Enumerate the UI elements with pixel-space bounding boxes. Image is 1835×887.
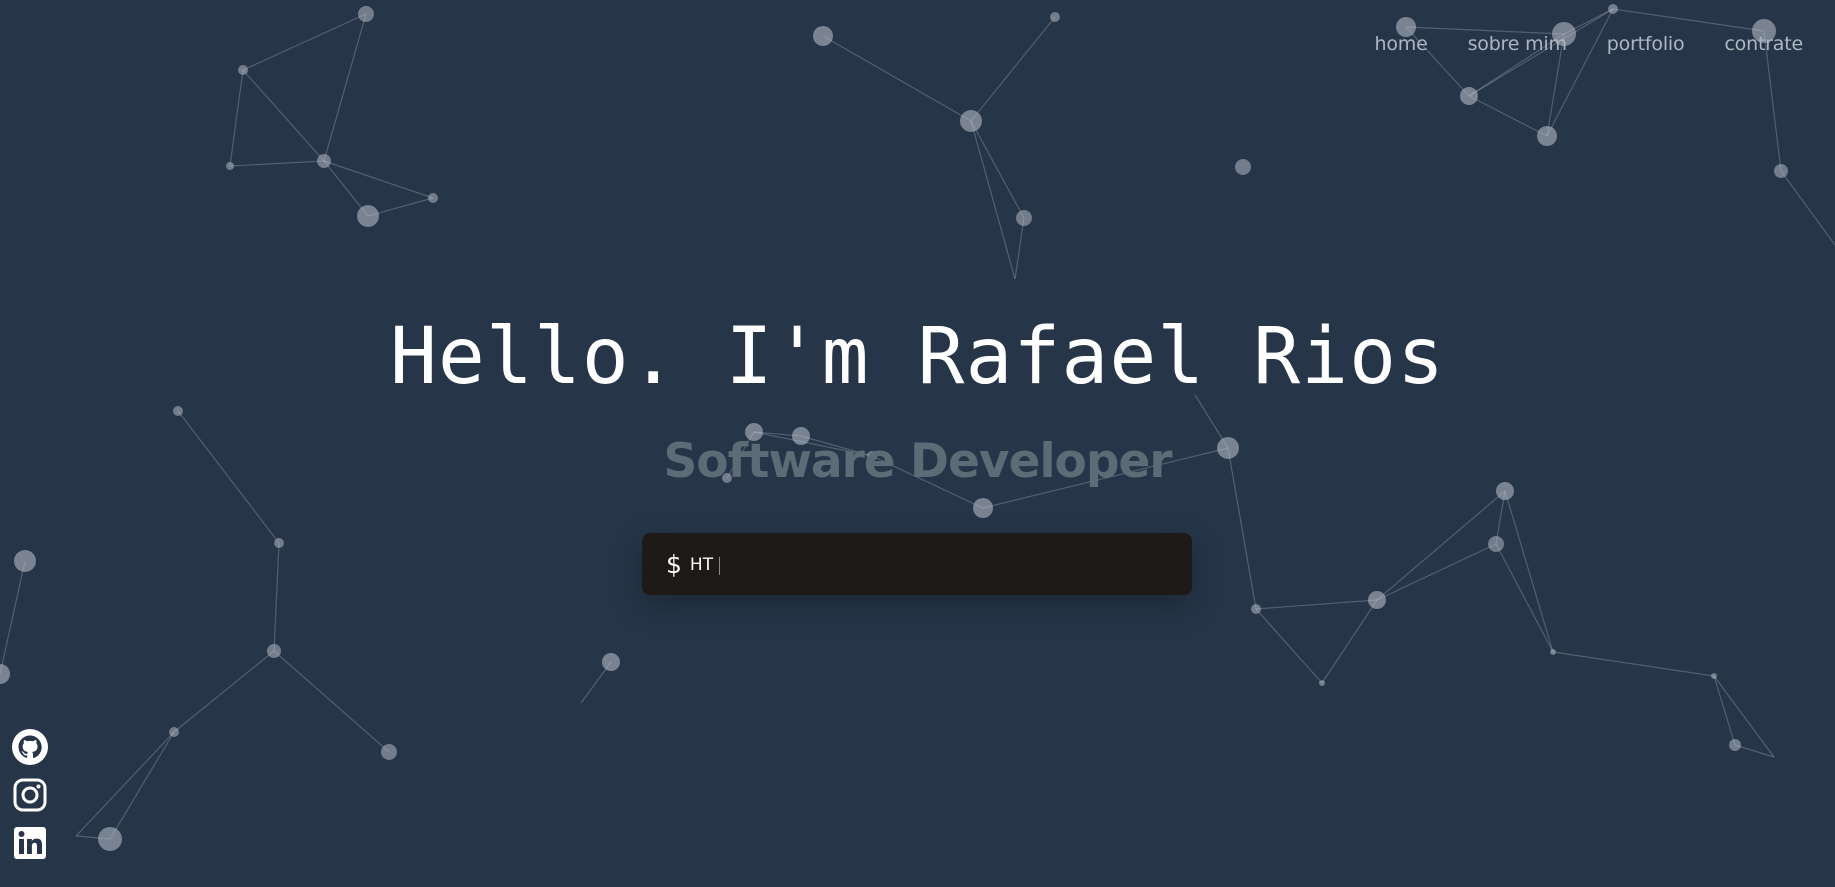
particle-link xyxy=(1780,170,1835,246)
particle-dot xyxy=(1235,159,1251,175)
particle-dot xyxy=(1319,680,1325,686)
particle-link xyxy=(970,120,1025,219)
terminal-cursor xyxy=(719,556,721,575)
particle-link xyxy=(1321,599,1378,684)
terminal-typed-text: HT xyxy=(689,555,714,575)
particle-dot xyxy=(1608,4,1618,14)
particle-link xyxy=(242,69,325,162)
particle-dot xyxy=(1050,12,1060,22)
page: home sobre mim portfolio contrate Hello.… xyxy=(0,0,1835,887)
particle-dot xyxy=(173,406,183,416)
particle-link xyxy=(1612,8,1765,32)
hero-subtitle: Software Developer xyxy=(663,434,1172,489)
particle-link xyxy=(1495,543,1554,653)
particle-dot xyxy=(1550,649,1556,655)
particle-link xyxy=(229,160,325,167)
nav-item-sobre-mim[interactable]: sobre mim xyxy=(1468,33,1567,55)
particle-dot xyxy=(357,205,379,227)
particle-link xyxy=(1014,217,1025,280)
particle-dot xyxy=(1368,591,1386,609)
instagram-icon xyxy=(13,778,47,812)
hero-title: Hello. I'm Rafael Rios xyxy=(389,312,1446,402)
top-nav: home sobre mim portfolio contrate xyxy=(1375,33,1804,55)
particle-link xyxy=(75,731,175,837)
particle-dot xyxy=(1460,87,1478,105)
particle-dot xyxy=(1016,210,1032,226)
particle-dot xyxy=(267,644,281,658)
nav-item-contrate[interactable]: contrate xyxy=(1724,33,1803,55)
particle-dot xyxy=(1488,536,1504,552)
particle-link xyxy=(273,542,280,652)
social-links xyxy=(12,729,48,861)
particle-link xyxy=(1376,543,1497,601)
particle-dot xyxy=(1711,673,1717,679)
particle-link xyxy=(229,69,244,167)
nav-item-home[interactable]: home xyxy=(1375,33,1428,55)
particle-link xyxy=(970,16,1056,122)
linkedin-link[interactable] xyxy=(12,825,48,861)
particle-dot xyxy=(14,550,36,572)
particle-link xyxy=(1552,651,1715,677)
particle-dot xyxy=(358,6,374,22)
particle-dot xyxy=(238,65,248,75)
particle-link xyxy=(1504,490,1554,653)
particle-link xyxy=(1468,95,1548,137)
instagram-link[interactable] xyxy=(12,777,48,813)
particle-link xyxy=(1734,744,1775,758)
particle-dot xyxy=(98,827,122,851)
particle-link xyxy=(970,120,1016,280)
particle-dot xyxy=(602,653,620,671)
particle-link xyxy=(323,13,367,162)
particle-link xyxy=(242,13,367,71)
particle-dot xyxy=(226,162,234,170)
particle-link xyxy=(1713,675,1775,758)
particle-dot xyxy=(274,538,284,548)
particle-dot xyxy=(317,154,331,168)
particle-dot xyxy=(428,193,438,203)
github-link[interactable] xyxy=(12,729,48,765)
particle-link xyxy=(0,560,26,675)
particle-link xyxy=(173,650,275,733)
particle-dot xyxy=(1537,126,1557,146)
particle-link xyxy=(1255,599,1378,610)
particle-dot xyxy=(169,727,179,737)
particle-dot xyxy=(1774,164,1788,178)
particle-dot xyxy=(1251,604,1261,614)
nav-item-portfolio[interactable]: portfolio xyxy=(1607,33,1685,55)
particle-dot xyxy=(813,26,833,46)
particle-dot xyxy=(1729,739,1741,751)
terminal-box: $ HT xyxy=(642,533,1192,595)
particle-link xyxy=(323,160,434,199)
particle-link xyxy=(822,35,972,122)
linkedin-icon xyxy=(14,827,46,859)
github-icon xyxy=(12,729,48,765)
particle-dot xyxy=(381,744,397,760)
particle-link xyxy=(273,650,390,753)
particle-dot xyxy=(973,498,993,518)
particle-link xyxy=(1376,490,1506,601)
particle-link xyxy=(109,731,175,840)
particle-link xyxy=(1255,608,1323,684)
particle-dot xyxy=(960,110,982,132)
terminal-prompt: $ xyxy=(666,549,682,579)
particle-link xyxy=(1713,675,1736,746)
particle-dot xyxy=(0,664,10,684)
